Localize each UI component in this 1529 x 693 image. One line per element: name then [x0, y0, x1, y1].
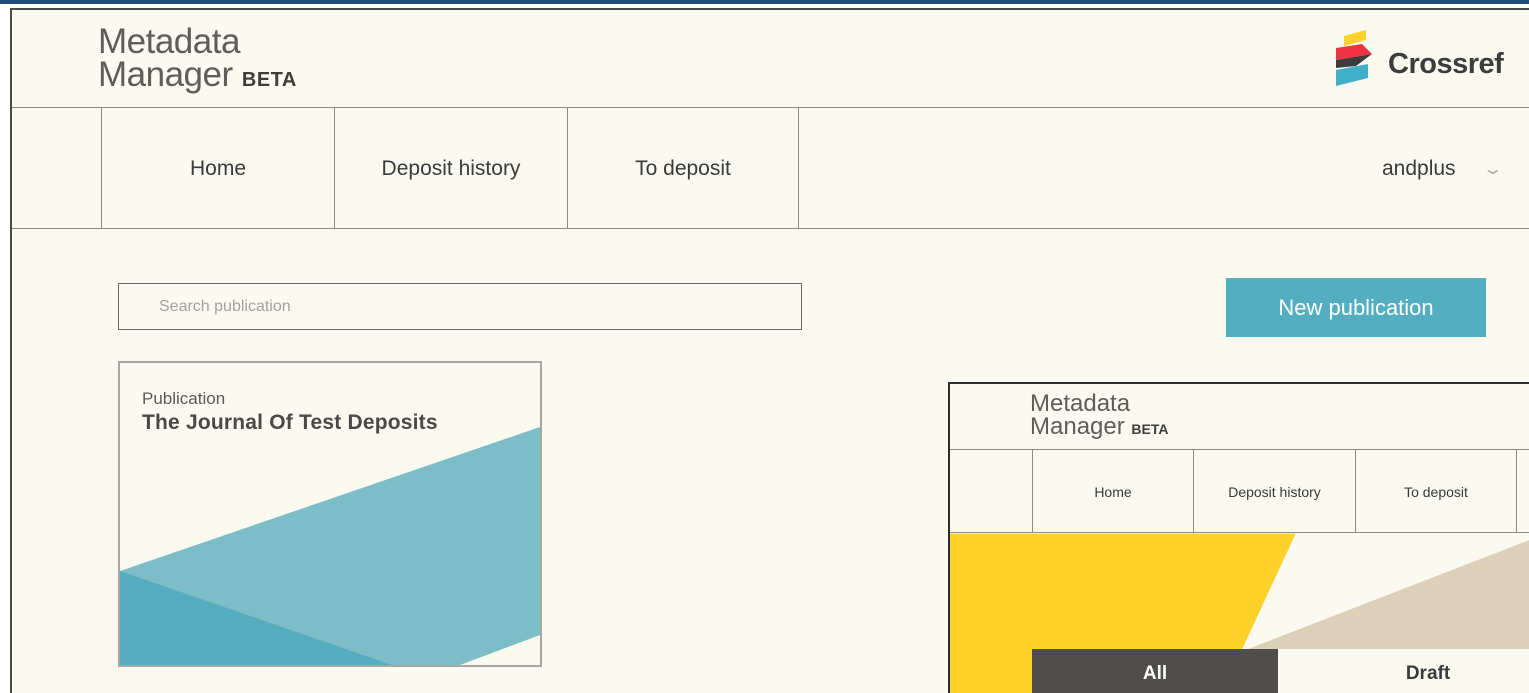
inset-nav: Home Deposit history To deposit [950, 450, 1529, 533]
chevron-down-icon: ⌄ [1481, 160, 1503, 178]
window-top-rule [0, 0, 1529, 4]
inset-beta-badge: BETA [1131, 421, 1169, 437]
inset-tab-draft[interactable]: Draft [1278, 649, 1529, 693]
inset-title-line2: Manager BETA [1030, 415, 1168, 439]
publication-caption: Publication [142, 389, 226, 408]
inset-header: Metadata Manager BETA [950, 384, 1529, 450]
app-logo[interactable]: Metadata Manager BETA [98, 24, 297, 92]
app-header: Metadata Manager BETA Crossref [12, 10, 1529, 108]
publication-title: The Journal Of Test Deposits [142, 411, 438, 434]
inset-nav-deposit-history[interactable]: Deposit history [1193, 450, 1355, 533]
nav-home[interactable]: Home [101, 108, 334, 229]
crossref-logo[interactable]: Crossref [1336, 30, 1526, 92]
user-menu[interactable]: andplus ⌄ [1382, 108, 1503, 229]
app-window: Metadata Manager BETA Crossref Home Depo… [10, 8, 1529, 693]
inset-nav-home[interactable]: Home [1032, 450, 1193, 533]
search-publication-input[interactable] [118, 283, 802, 330]
inset-title-manager: Manager [1030, 413, 1125, 440]
main-nav: Home Deposit history To deposit andplus … [12, 108, 1529, 229]
user-name: andplus [1382, 156, 1456, 180]
crossref-wordmark: Crossref [1388, 48, 1504, 80]
app-title-manager: Manager [98, 55, 233, 94]
beta-badge: BETA [241, 69, 297, 91]
inset-screenshot: Metadata Manager BETA Home Deposit histo… [948, 382, 1529, 693]
nav-deposit-history[interactable]: Deposit history [334, 108, 567, 229]
inset-tab-all[interactable]: All [1032, 649, 1278, 693]
nav-to-deposit[interactable]: To deposit [567, 108, 799, 229]
app-title-line1: Metadata [98, 22, 240, 61]
app-title-line2: Manager BETA [98, 57, 297, 92]
crossref-mark-icon [1336, 30, 1372, 86]
new-publication-button[interactable]: New publication [1226, 278, 1486, 337]
inset-app-logo: Metadata Manager BETA [1030, 392, 1168, 439]
inset-nav-to-deposit[interactable]: To deposit [1355, 450, 1517, 533]
publication-card[interactable]: Publication The Journal Of Test Deposits [118, 361, 542, 667]
